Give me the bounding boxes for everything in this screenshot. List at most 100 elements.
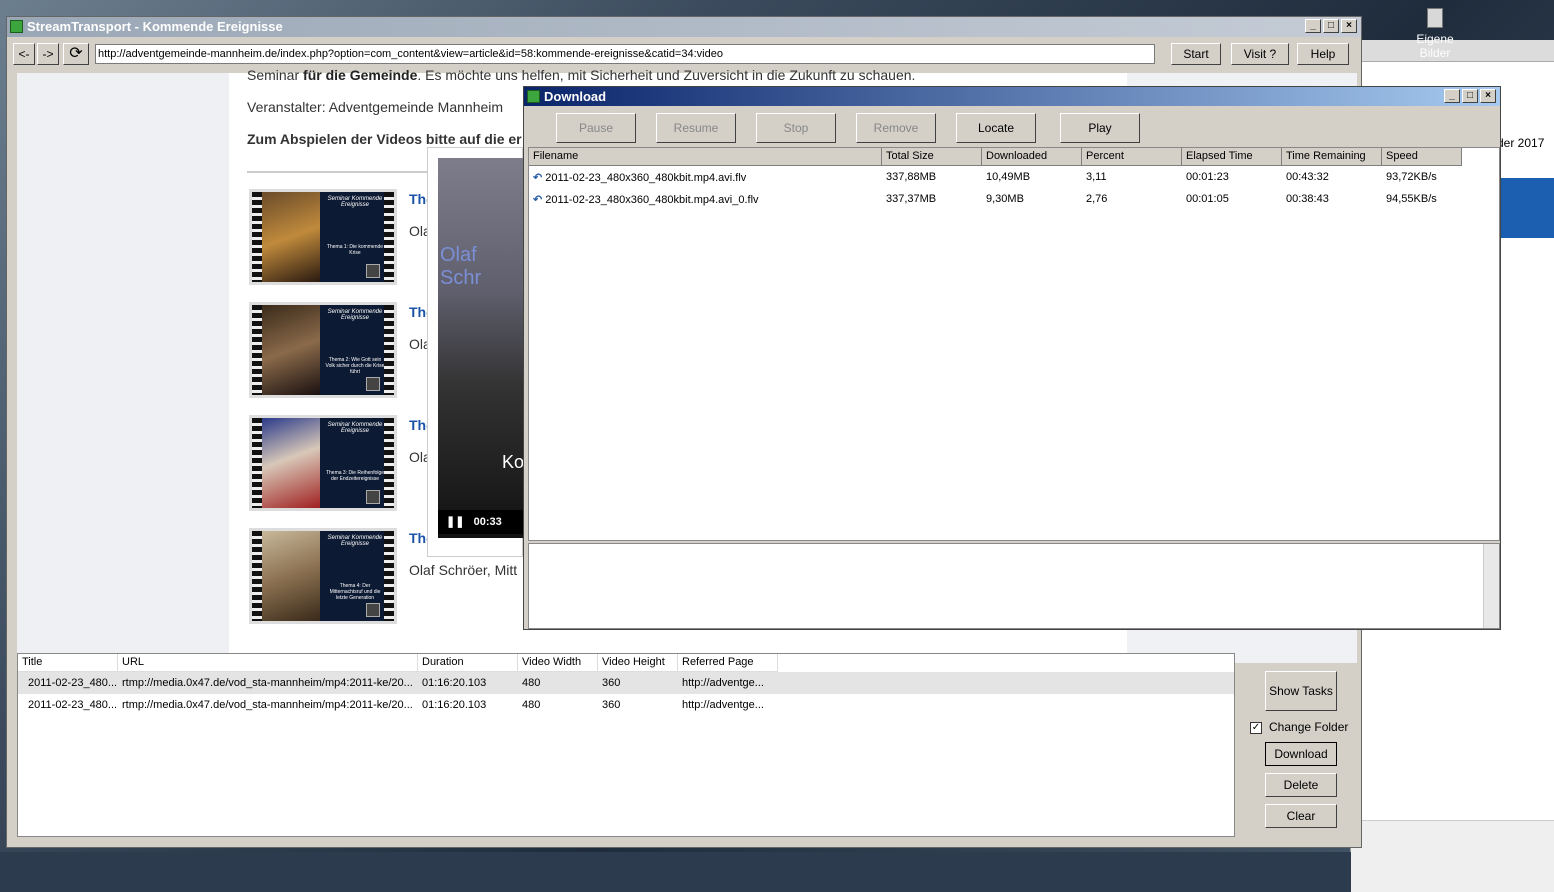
background-window-text: der 2017 [1497, 136, 1545, 150]
close-button[interactable]: × [1480, 89, 1496, 103]
desktop-icon-label: Eigene Bilder [1416, 32, 1454, 60]
delete-button[interactable]: Delete [1265, 773, 1337, 797]
change-folder-checkbox[interactable]: ✓ [1250, 722, 1262, 734]
thumbnail-heading: Seminar Kommende Ereignisse [327, 196, 383, 208]
cell-duration: 01:16:20.103 [422, 677, 487, 689]
remove-button[interactable]: Remove [856, 113, 936, 143]
change-folder-label: Change Folder [1269, 720, 1349, 734]
column-header[interactable]: Duration [418, 654, 518, 671]
video-overlay-text: Ko [502, 452, 525, 472]
video-thumbnail-4[interactable]: Seminar Kommende Ereignisse Thema 4: Der… [249, 528, 397, 624]
start-button[interactable]: Start [1171, 43, 1221, 65]
cell-speed: 93,72KB/s [1386, 171, 1437, 183]
play-icon [366, 490, 380, 504]
close-button[interactable]: × [1341, 19, 1357, 33]
video-player[interactable]: Olaf Schr Ko ❚❚ 00:33 [427, 147, 525, 557]
resume-button[interactable]: Resume [656, 113, 736, 143]
column-header[interactable]: URL [118, 654, 418, 671]
video-controls[interactable]: ❚❚ 00:33 [438, 510, 524, 534]
desktop-icon-eigene-bilder[interactable]: Eigene Bilder [1400, 8, 1470, 60]
log-scrollbar[interactable] [1483, 544, 1499, 628]
log-textarea[interactable] [528, 543, 1500, 629]
cell-width: 480 [522, 699, 541, 711]
help-button[interactable]: Help [1297, 43, 1349, 65]
play-button[interactable]: Play [1060, 113, 1140, 143]
column-header[interactable]: Title [18, 654, 118, 671]
cell-remaining: 00:43:32 [1286, 171, 1329, 183]
download-titlebar[interactable]: Download _ □ × [524, 87, 1500, 106]
play-hint-text: Zum Abspielen der Videos bitte auf die e… [247, 131, 522, 147]
video-time: 00:33 [473, 516, 502, 528]
column-header[interactable]: Time Remaining [1282, 148, 1382, 165]
thumbnail-topic: Thema 1: Die kommende Krise [326, 244, 384, 256]
cell-percent: 3,11 [1086, 171, 1107, 183]
show-tasks-button[interactable]: Show Tasks [1265, 671, 1337, 711]
cell-referred-page: http://adventge... [682, 699, 764, 711]
thumbnail-topic: Thema 4: Der Mitternachtsruf und die let… [329, 583, 381, 601]
column-header[interactable]: Downloaded [982, 148, 1082, 165]
cell-speed: 94,55KB/s [1386, 193, 1437, 205]
video-screen[interactable] [438, 158, 524, 538]
organizer-text: Veranstalter: Adventgemeinde Mannheim [247, 99, 504, 115]
cell-downloaded: 10,49MB [986, 171, 1031, 183]
download-row[interactable]: ↶ 2011-02-23_480x360_480kbit.mp4.avi.flv… [529, 166, 1462, 188]
list-header: Title URL Duration Video Width Video Hei… [18, 654, 778, 672]
back-button[interactable]: <- [13, 43, 35, 65]
column-header[interactable]: Percent [1082, 148, 1182, 165]
column-header[interactable]: Referred Page [678, 654, 778, 671]
column-header[interactable]: Filename [529, 148, 882, 165]
cell-total-size: 337,88MB [886, 171, 937, 183]
clear-button[interactable]: Clear [1265, 804, 1337, 828]
main-titlebar[interactable]: StreamTransport - Kommende Ereignisse _ … [7, 17, 1361, 37]
cell-filename: ↶ 2011-02-23_480x360_480kbit.mp4.avi_0.f… [533, 194, 759, 206]
video-thumbnail-1[interactable]: Seminar Kommende Ereignisse Thema 1: Die… [249, 189, 397, 285]
cell-title: 2011-02-23_480... [28, 699, 118, 711]
forward-button[interactable]: -> [37, 43, 59, 65]
column-header[interactable]: Video Width [518, 654, 598, 671]
column-header[interactable]: Speed [1382, 148, 1462, 165]
web-left-panel [17, 73, 229, 663]
cell-height: 360 [602, 699, 621, 711]
cell-downloaded: 9,30MB [986, 193, 1024, 205]
column-header[interactable]: Video Height [598, 654, 678, 671]
thumbnail-topic: Thema 3: Die Reihenfolge der Endzeiterei… [325, 470, 385, 482]
table-row[interactable]: 2011-02-23_480... rtmp://media.0x47.de/v… [18, 694, 1234, 716]
download-list[interactable]: Filename Total Size Downloaded Percent E… [528, 147, 1500, 541]
table-row[interactable]: 2011-02-23_480... rtmp://media.0x47.de/v… [18, 672, 1234, 694]
cell-elapsed: 00:01:05 [1186, 193, 1229, 205]
pause-icon[interactable]: ❚❚ [446, 516, 464, 528]
refresh-icon[interactable]: ⟳ [63, 43, 89, 65]
stream-list[interactable]: Title URL Duration Video Width Video Hei… [17, 653, 1235, 837]
cell-width: 480 [522, 677, 541, 689]
download-row[interactable]: ↶ 2011-02-23_480x360_480kbit.mp4.avi_0.f… [529, 188, 1462, 210]
thumbnail-topic: Thema 2: Wie Gott sein Volk sicher durch… [325, 357, 385, 375]
download-button[interactable]: Download [1265, 742, 1337, 766]
column-header[interactable]: Elapsed Time [1182, 148, 1282, 165]
cell-url: rtmp://media.0x47.de/vod_sta-mannheim/mp… [122, 699, 413, 711]
play-icon [366, 377, 380, 391]
cell-remaining: 00:38:43 [1286, 193, 1329, 205]
intro-text: Seminar für die Gemeinde. Es möchte uns … [247, 67, 916, 83]
video-thumbnail-3[interactable]: Seminar Kommende Ereignisse Thema 3: Die… [249, 415, 397, 511]
locate-button[interactable]: Locate [956, 113, 1036, 143]
url-input[interactable]: http://adventgemeinde-mannheim.de/index.… [95, 44, 1155, 64]
column-header[interactable]: Total Size [882, 148, 982, 165]
stop-button[interactable]: Stop [756, 113, 836, 143]
pause-button[interactable]: Pause [556, 113, 636, 143]
download-arrow-icon: ↶ [533, 194, 543, 206]
video-thumbnail-2[interactable]: Seminar Kommende Ereignisse Thema 2: Wie… [249, 302, 397, 398]
visit-button[interactable]: Visit ? [1231, 43, 1289, 65]
download-arrow-icon: ↶ [533, 172, 543, 184]
cell-referred-page: http://adventge... [682, 677, 764, 689]
cell-elapsed: 00:01:23 [1186, 171, 1229, 183]
cell-duration: 01:16:20.103 [422, 699, 487, 711]
app-icon [527, 90, 540, 103]
maximize-button[interactable]: □ [1323, 19, 1339, 33]
minimize-button[interactable]: _ [1305, 19, 1321, 33]
cell-height: 360 [602, 677, 621, 689]
download-window-title: Download [544, 89, 607, 104]
minimize-button[interactable]: _ [1444, 89, 1460, 103]
maximize-button[interactable]: □ [1462, 89, 1478, 103]
cell-title: 2011-02-23_480... [28, 677, 118, 689]
folder-icon [1427, 8, 1443, 28]
